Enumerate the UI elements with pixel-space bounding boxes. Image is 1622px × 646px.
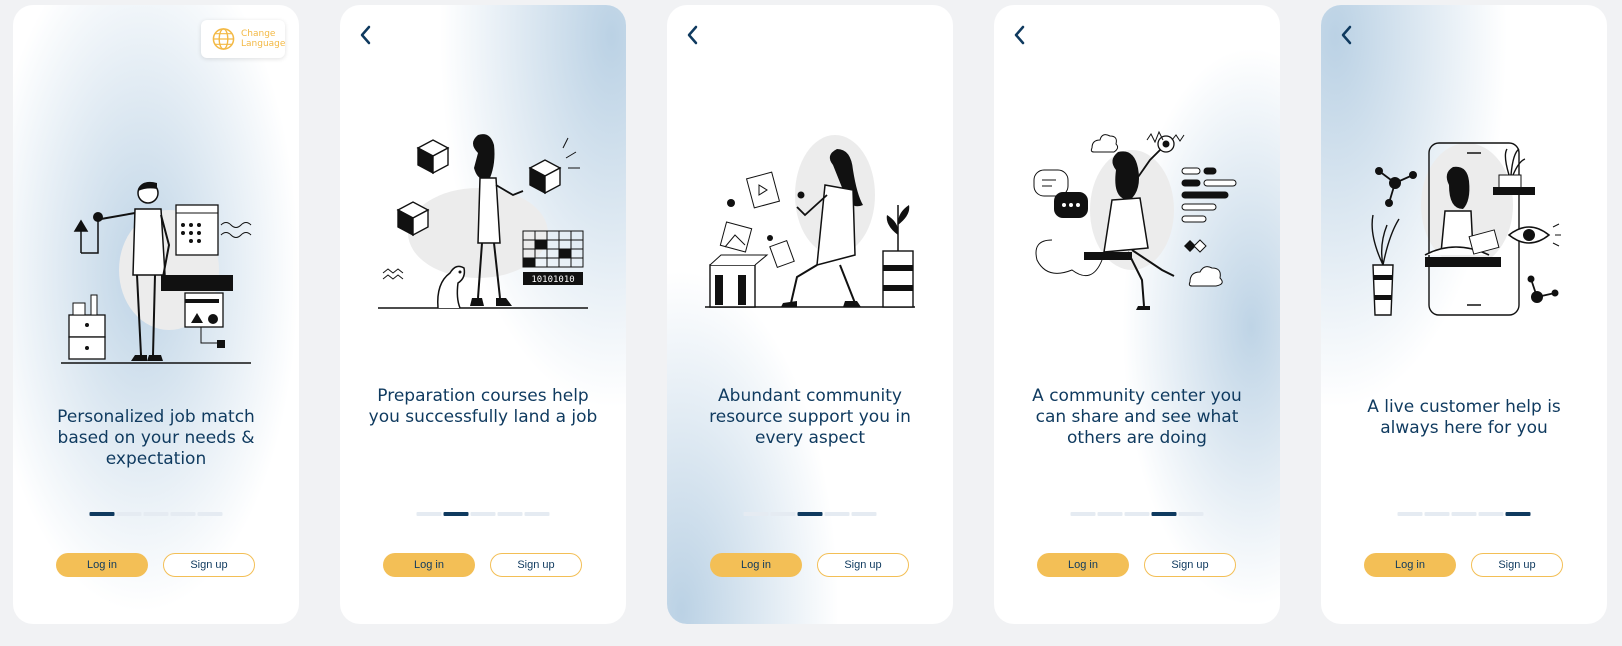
globe-icon [212, 28, 235, 50]
page-indicator [89, 512, 223, 516]
page-dot [89, 512, 115, 516]
page-indicator [1397, 512, 1531, 516]
onboarding-screen-5: A live customer help is always here for … [1321, 5, 1607, 624]
community-resource-illustration [705, 115, 915, 325]
page-dot [824, 512, 850, 516]
community-center-illustration [1032, 110, 1242, 320]
page-dot [143, 512, 169, 516]
chevron-left-icon [360, 25, 371, 45]
page-dot [443, 512, 469, 516]
page-dot [416, 512, 442, 516]
onboarding-screen-1: Change Language Personalized job match b… [13, 5, 299, 624]
page-dot [116, 512, 142, 516]
page-dot [1451, 512, 1477, 516]
back-button[interactable] [1008, 23, 1032, 47]
login-button[interactable]: Log in [1037, 553, 1129, 577]
page-dot [743, 512, 769, 516]
page-dot [197, 512, 223, 516]
back-button[interactable] [681, 23, 705, 47]
login-button[interactable]: Log in [1364, 553, 1456, 577]
login-button[interactable]: Log in [383, 553, 475, 577]
page-dot [524, 512, 550, 516]
signup-button[interactable]: Sign up [163, 553, 255, 577]
job-match-illustration [51, 165, 261, 375]
login-button[interactable]: Log in [56, 553, 148, 577]
page-dot [797, 512, 823, 516]
signup-button[interactable]: Sign up [490, 553, 582, 577]
page-dot [1124, 512, 1150, 516]
page-dot [1070, 512, 1096, 516]
page-dot [1505, 512, 1531, 516]
chevron-left-icon [1014, 25, 1025, 45]
screen-caption: Personalized job match based on your nee… [57, 407, 255, 469]
page-dot [470, 512, 496, 516]
page-dot [1178, 512, 1204, 516]
page-indicator [743, 512, 877, 516]
signup-button[interactable]: Sign up [1471, 553, 1563, 577]
courses-illustration: 10101010 [378, 123, 588, 333]
back-button[interactable] [1335, 23, 1359, 47]
page-dot [1151, 512, 1177, 516]
screen-caption: Abundant community resource support you … [709, 386, 911, 448]
login-button[interactable]: Log in [710, 553, 802, 577]
signup-button[interactable]: Sign up [817, 553, 909, 577]
page-dot [497, 512, 523, 516]
onboarding-screen-4: A community center you can share and see… [994, 5, 1280, 624]
chevron-left-icon [1341, 25, 1352, 45]
screen-caption: Preparation courses help you successfull… [368, 386, 598, 427]
page-dot [1478, 512, 1504, 516]
onboarding-screen-3: Abundant community resource support you … [667, 5, 953, 624]
chevron-left-icon [687, 25, 698, 45]
page-indicator [1070, 512, 1204, 516]
page-indicator [416, 512, 550, 516]
page-dot [1397, 512, 1423, 516]
signup-button[interactable]: Sign up [1144, 553, 1236, 577]
screen-caption: A community center you can share and see… [1032, 386, 1242, 448]
onboarding-screen-2: 10101010 Preparation courses help you su… [340, 5, 626, 624]
change-language-button[interactable]: Change Language [201, 20, 285, 58]
page-dot [770, 512, 796, 516]
page-dot [170, 512, 196, 516]
customer-help-illustration [1359, 115, 1569, 325]
binary-code-text: 10101010 [531, 275, 574, 285]
page-dot [1424, 512, 1450, 516]
page-dot [1097, 512, 1123, 516]
back-button[interactable] [354, 23, 378, 47]
screen-caption: A live customer help is always here for … [1367, 397, 1561, 438]
change-language-label: Change Language [241, 29, 286, 49]
page-dot [851, 512, 877, 516]
